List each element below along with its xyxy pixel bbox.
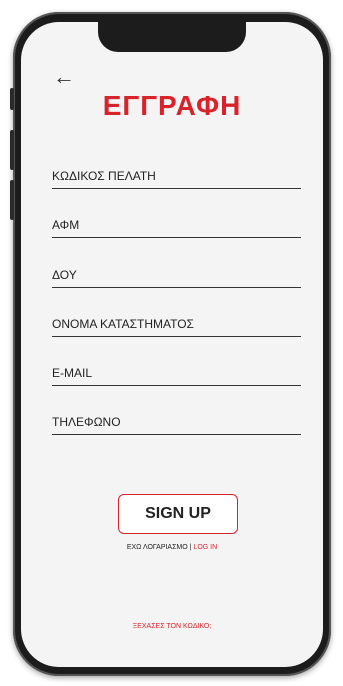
app-screen: ← ΕΓΓΡΑΦΗ ΚΩΔΙΚΟΣ ΠΕΛΑΤΗ ΑΦΜ ΔΟΥ ΟΝΟΜΑ Κ… — [21, 22, 323, 667]
email-field[interactable]: E-MAIL — [52, 357, 301, 386]
log-in-link[interactable]: LOG IN — [193, 544, 217, 551]
tax-id-label: ΑΦΜ — [52, 218, 80, 232]
store-name-label: ΟΝΟΜΑ ΚΑΤΑΣΤΗΜΑΤΟΣ — [52, 317, 194, 331]
have-account-text: ΕΧΩ ΛΟΓΑΡΙΑΣΜΟ | — [126, 544, 192, 551]
back-arrow-icon[interactable]: ← — [53, 66, 75, 88]
forgot-code-link[interactable]: ΞΕΧΑΣΕΣ ΤΟΝ ΚΩΔΙΚΟ; — [21, 623, 323, 630]
silent-switch — [10, 88, 14, 110]
notch — [98, 22, 246, 52]
volume-up-button — [10, 130, 14, 170]
customer-code-label: ΚΩΔΙΚΟΣ ΠΕΛΑΤΗ — [52, 169, 156, 183]
phone-label: ΤΗΛΕΦΩΝΟ — [52, 415, 121, 429]
sign-up-button[interactable]: SIGN UP — [118, 494, 238, 534]
volume-down-button — [10, 180, 14, 220]
email-label: E-MAIL — [52, 366, 93, 380]
tax-id-field[interactable]: ΑΦΜ — [52, 209, 301, 238]
customer-code-field[interactable]: ΚΩΔΙΚΟΣ ΠΕΛΑΤΗ — [52, 160, 301, 189]
phone-field[interactable]: ΤΗΛΕΦΩΝΟ — [52, 406, 301, 435]
tax-office-field[interactable]: ΔΟΥ — [52, 259, 301, 288]
tax-office-label: ΔΟΥ — [52, 268, 77, 282]
store-name-field[interactable]: ΟΝΟΜΑ ΚΑΤΑΣΤΗΜΑΤΟΣ — [52, 308, 301, 337]
page-title: ΕΓΓΡΑΦΗ — [102, 90, 242, 121]
have-account-row: ΕΧΩ ΛΟΓΑΡΙΑΣΜΟ | LOG IN — [21, 544, 323, 551]
